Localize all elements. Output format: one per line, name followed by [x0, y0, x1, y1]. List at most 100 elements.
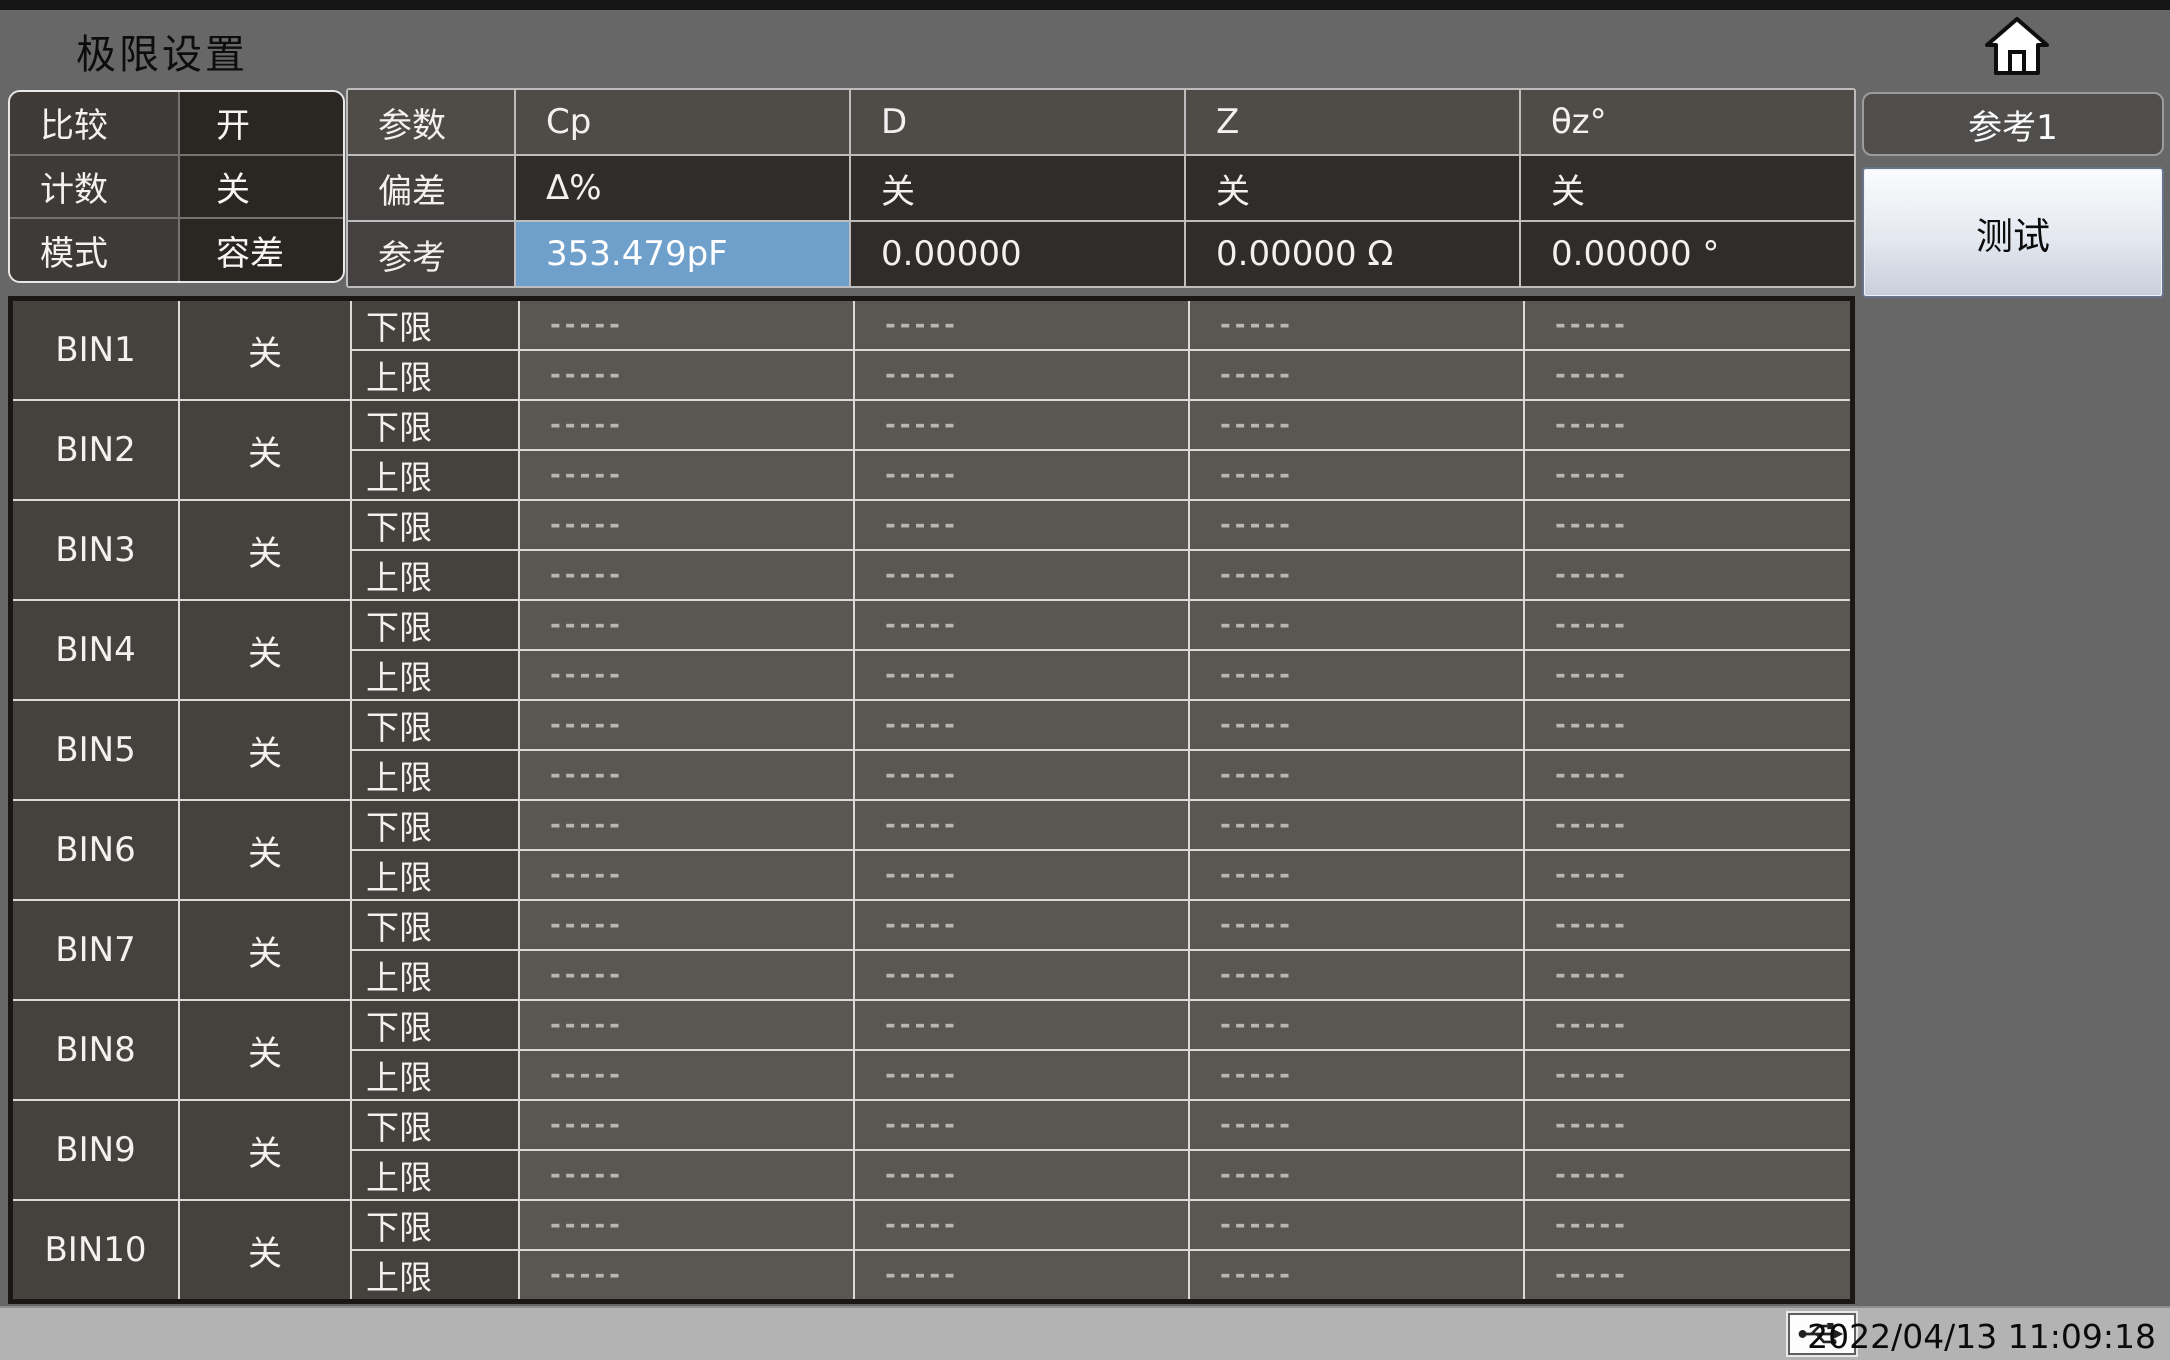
upper-limit-cp-cell[interactable]: -----: [520, 1051, 853, 1099]
lower-limit-cp-cell[interactable]: -----: [520, 801, 853, 849]
lower-limit-z-cell[interactable]: -----: [1190, 901, 1523, 949]
lower-limit-theta-cell[interactable]: -----: [1525, 901, 1850, 949]
upper-limit-z-cell[interactable]: -----: [1190, 1051, 1523, 1099]
lower-limit-cp-cell[interactable]: -----: [520, 301, 853, 349]
upper-limit-cp-cell[interactable]: -----: [520, 951, 853, 999]
upper-limit-d-cell[interactable]: -----: [855, 351, 1188, 399]
mode-value[interactable]: 容差: [180, 219, 343, 281]
test-button[interactable]: 测试: [1862, 167, 2164, 298]
lower-limit-d-cell[interactable]: -----: [855, 401, 1188, 449]
upper-limit-d-cell[interactable]: -----: [855, 751, 1188, 799]
lower-limit-cp-cell[interactable]: -----: [520, 601, 853, 649]
upper-limit-z-cell[interactable]: -----: [1190, 1151, 1523, 1199]
upper-limit-d-cell[interactable]: -----: [855, 551, 1188, 599]
upper-limit-z-cell[interactable]: -----: [1190, 351, 1523, 399]
deviation-theta-cell[interactable]: 关: [1521, 156, 1854, 220]
param-d-cell[interactable]: D: [851, 90, 1184, 154]
upper-limit-d-cell[interactable]: -----: [855, 1251, 1188, 1299]
upper-limit-cp-cell[interactable]: -----: [520, 1151, 853, 1199]
upper-limit-d-cell[interactable]: -----: [855, 851, 1188, 899]
lower-limit-d-cell[interactable]: -----: [855, 1001, 1188, 1049]
upper-limit-theta-cell[interactable]: -----: [1525, 1251, 1850, 1299]
lower-limit-z-cell[interactable]: -----: [1190, 401, 1523, 449]
param-z-cell[interactable]: Z: [1186, 90, 1519, 154]
reference-z-cell[interactable]: 0.00000 Ω: [1186, 222, 1519, 286]
upper-limit-theta-cell[interactable]: -----: [1525, 1051, 1850, 1099]
upper-limit-cp-cell[interactable]: -----: [520, 851, 853, 899]
lower-limit-d-cell[interactable]: -----: [855, 801, 1188, 849]
upper-limit-z-cell[interactable]: -----: [1190, 651, 1523, 699]
lower-limit-cp-cell[interactable]: -----: [520, 1001, 853, 1049]
lower-limit-d-cell[interactable]: -----: [855, 1101, 1188, 1149]
upper-limit-theta-cell[interactable]: -----: [1525, 651, 1850, 699]
upper-limit-theta-cell[interactable]: -----: [1525, 951, 1850, 999]
lower-limit-theta-cell[interactable]: -----: [1525, 1101, 1850, 1149]
compare-value[interactable]: 开: [180, 92, 343, 154]
reference-d-cell[interactable]: 0.00000: [851, 222, 1184, 286]
upper-limit-theta-cell[interactable]: -----: [1525, 451, 1850, 499]
upper-limit-z-cell[interactable]: -----: [1190, 1251, 1523, 1299]
upper-limit-theta-cell[interactable]: -----: [1525, 851, 1850, 899]
upper-limit-theta-cell[interactable]: -----: [1525, 1151, 1850, 1199]
lower-limit-z-cell[interactable]: -----: [1190, 1201, 1523, 1249]
upper-limit-z-cell[interactable]: -----: [1190, 851, 1523, 899]
reference-1-button[interactable]: 参考1: [1862, 92, 2164, 156]
deviation-z-cell[interactable]: 关: [1186, 156, 1519, 220]
bin-status-cell[interactable]: 关: [180, 1201, 350, 1299]
reference-theta-cell[interactable]: 0.00000 °: [1521, 222, 1854, 286]
lower-limit-d-cell[interactable]: -----: [855, 1201, 1188, 1249]
lower-limit-cp-cell[interactable]: -----: [520, 501, 853, 549]
lower-limit-theta-cell[interactable]: -----: [1525, 401, 1850, 449]
upper-limit-d-cell[interactable]: -----: [855, 1151, 1188, 1199]
deviation-d-cell[interactable]: 关: [851, 156, 1184, 220]
upper-limit-cp-cell[interactable]: -----: [520, 651, 853, 699]
lower-limit-theta-cell[interactable]: -----: [1525, 501, 1850, 549]
bin-status-cell[interactable]: 关: [180, 301, 350, 399]
bin-status-cell[interactable]: 关: [180, 501, 350, 599]
upper-limit-d-cell[interactable]: -----: [855, 1051, 1188, 1099]
lower-limit-theta-cell[interactable]: -----: [1525, 601, 1850, 649]
upper-limit-z-cell[interactable]: -----: [1190, 751, 1523, 799]
upper-limit-theta-cell[interactable]: -----: [1525, 751, 1850, 799]
lower-limit-theta-cell[interactable]: -----: [1525, 801, 1850, 849]
lower-limit-z-cell[interactable]: -----: [1190, 801, 1523, 849]
count-value[interactable]: 关: [180, 155, 343, 218]
param-theta-cell[interactable]: θz°: [1521, 90, 1854, 154]
lower-limit-d-cell[interactable]: -----: [855, 301, 1188, 349]
upper-limit-cp-cell[interactable]: -----: [520, 551, 853, 599]
lower-limit-z-cell[interactable]: -----: [1190, 701, 1523, 749]
lower-limit-z-cell[interactable]: -----: [1190, 1101, 1523, 1149]
lower-limit-cp-cell[interactable]: -----: [520, 1101, 853, 1149]
bin-status-cell[interactable]: 关: [180, 701, 350, 799]
lower-limit-z-cell[interactable]: -----: [1190, 601, 1523, 649]
lower-limit-d-cell[interactable]: -----: [855, 501, 1188, 549]
bin-status-cell[interactable]: 关: [180, 1001, 350, 1099]
lower-limit-theta-cell[interactable]: -----: [1525, 301, 1850, 349]
lower-limit-d-cell[interactable]: -----: [855, 701, 1188, 749]
lower-limit-cp-cell[interactable]: -----: [520, 701, 853, 749]
lower-limit-cp-cell[interactable]: -----: [520, 901, 853, 949]
deviation-cp-cell[interactable]: Δ%: [516, 156, 849, 220]
upper-limit-d-cell[interactable]: -----: [855, 951, 1188, 999]
lower-limit-d-cell[interactable]: -----: [855, 601, 1188, 649]
lower-limit-z-cell[interactable]: -----: [1190, 301, 1523, 349]
upper-limit-theta-cell[interactable]: -----: [1525, 351, 1850, 399]
lower-limit-theta-cell[interactable]: -----: [1525, 701, 1850, 749]
upper-limit-cp-cell[interactable]: -----: [520, 451, 853, 499]
upper-limit-cp-cell[interactable]: -----: [520, 751, 853, 799]
reference-cp-cell-selected[interactable]: 353.479pF: [516, 222, 849, 286]
bin-status-cell[interactable]: 关: [180, 401, 350, 499]
upper-limit-d-cell[interactable]: -----: [855, 451, 1188, 499]
upper-limit-theta-cell[interactable]: -----: [1525, 551, 1850, 599]
bin-status-cell[interactable]: 关: [180, 1101, 350, 1199]
upper-limit-z-cell[interactable]: -----: [1190, 451, 1523, 499]
bin-status-cell[interactable]: 关: [180, 801, 350, 899]
lower-limit-theta-cell[interactable]: -----: [1525, 1001, 1850, 1049]
upper-limit-z-cell[interactable]: -----: [1190, 551, 1523, 599]
upper-limit-cp-cell[interactable]: -----: [520, 351, 853, 399]
lower-limit-z-cell[interactable]: -----: [1190, 1001, 1523, 1049]
upper-limit-cp-cell[interactable]: -----: [520, 1251, 853, 1299]
upper-limit-d-cell[interactable]: -----: [855, 651, 1188, 699]
param-cp-cell[interactable]: Cp: [516, 90, 849, 154]
upper-limit-z-cell[interactable]: -----: [1190, 951, 1523, 999]
